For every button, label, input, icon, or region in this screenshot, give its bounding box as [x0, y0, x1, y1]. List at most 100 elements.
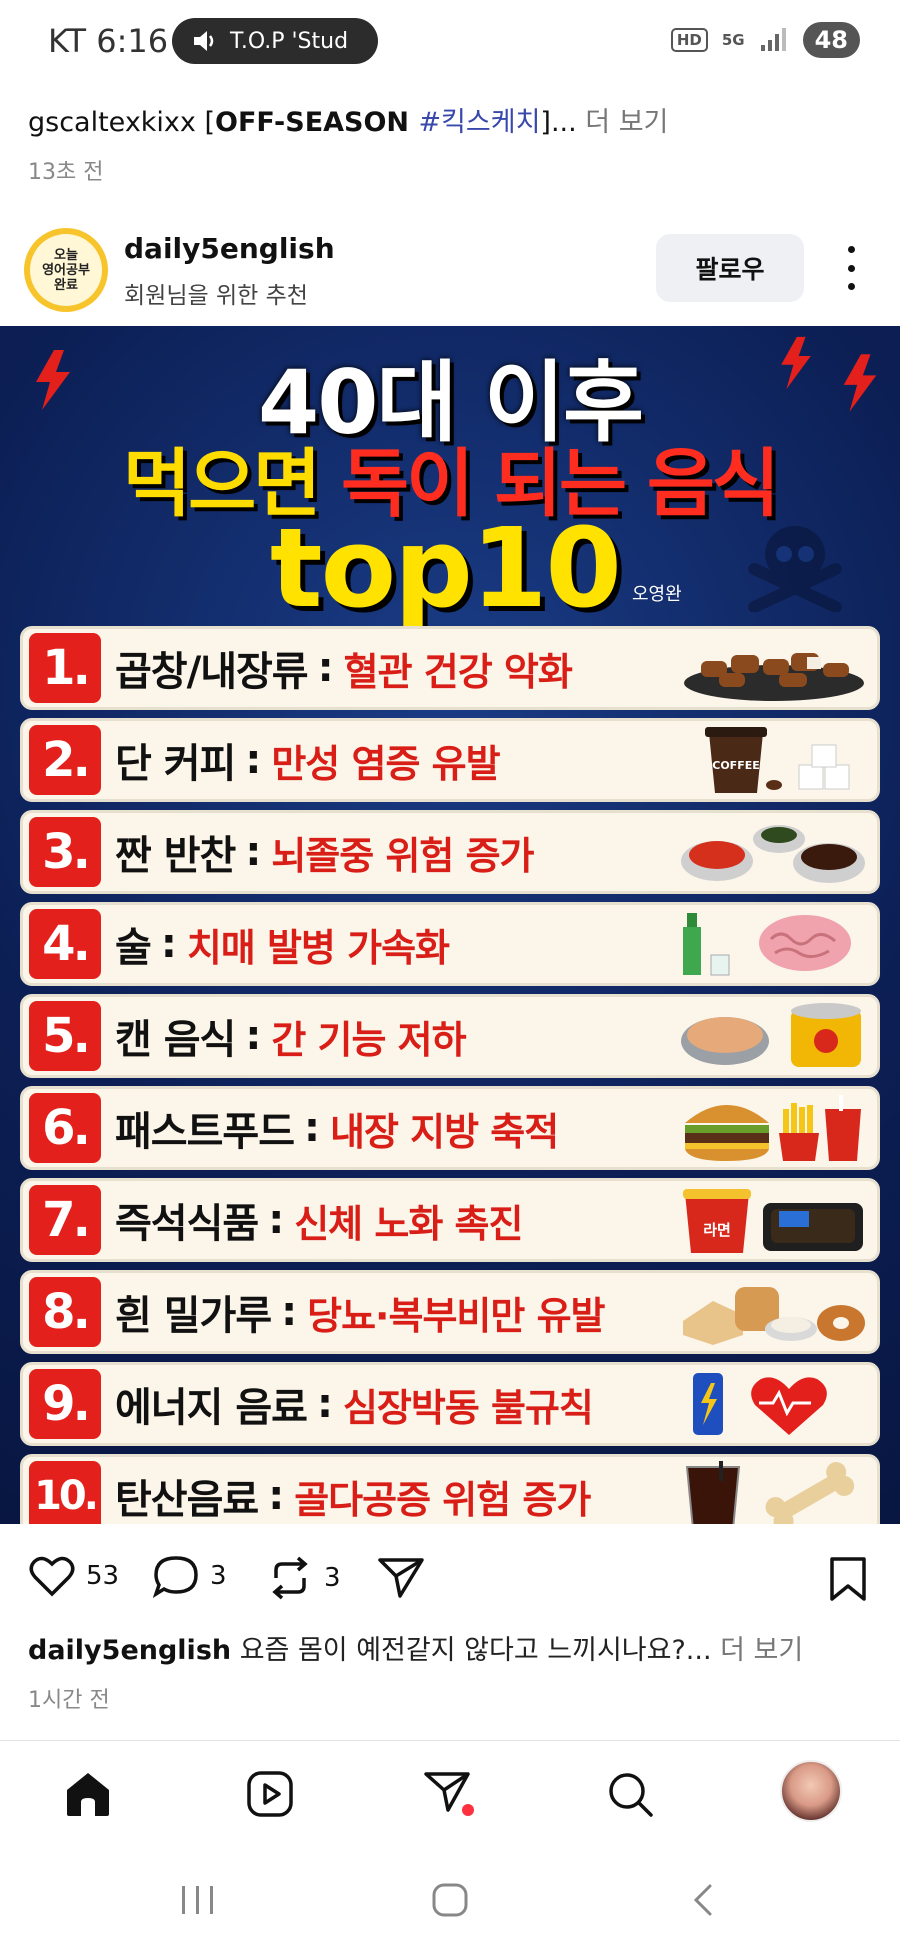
image-author: 오영완 — [632, 584, 682, 605]
item-food: 패스트푸드 — [115, 1109, 295, 1155]
item-number: 8. — [29, 1277, 101, 1347]
back-icon[interactable] — [688, 1882, 718, 1918]
canned-food-icon — [681, 1003, 861, 1067]
repost-icon — [272, 1556, 308, 1600]
skull-icon — [748, 526, 842, 612]
item-number: 7. — [29, 1185, 101, 1255]
grilled-intestine-icon — [684, 653, 864, 701]
item-number: 3. — [29, 817, 101, 887]
follow-button[interactable]: 팔로우 — [656, 234, 804, 302]
energy-drink-heart-icon — [693, 1373, 827, 1435]
headline-top10: top10 — [270, 504, 622, 632]
instant-food-icon: 라면 — [683, 1189, 863, 1253]
avatar-text-line: 영어공부 — [42, 262, 90, 278]
previous-post-time: 13초 전 — [28, 160, 104, 185]
fast-food-icon — [685, 1095, 861, 1161]
soda-bone-icon — [685, 1461, 855, 1524]
list-item: 1. 곱창/내장류: 혈관 건강 악화 — [20, 626, 880, 710]
list-item: 10. 탄산음료: 골다공증 위험 증가 — [20, 1454, 880, 1524]
ramen-cup-label: 라면 — [703, 1221, 731, 1239]
avatar-text-line: 오늘 — [54, 247, 78, 263]
media-playing-pill[interactable]: T.O.P 'Stud — [172, 18, 378, 64]
signal-icon — [760, 28, 786, 51]
search-icon — [609, 1773, 653, 1817]
nav-search[interactable] — [600, 1764, 660, 1824]
speaker-icon — [194, 31, 214, 51]
hd-voice-icon: HD — [670, 28, 708, 52]
item-number: 6. — [29, 1093, 101, 1163]
post-image[interactable]: 40대 이후 먹으면 독이 되는 음식 top10 오영완 1. 곱창/내장류:… — [0, 326, 900, 1524]
battery-level: 48 — [802, 22, 860, 58]
repost-count: 3 — [324, 1563, 341, 1593]
item-food: 흰 밀가루 — [115, 1293, 272, 1339]
item-effect: 치매 발병 가속화 — [186, 925, 450, 970]
previous-post-user[interactable]: gscaltexkixx — [28, 107, 196, 138]
avatar-text-line: 완료 — [54, 277, 78, 293]
bookmark-icon[interactable] — [828, 1556, 868, 1602]
comment-icon — [152, 1556, 198, 1598]
like-button[interactable]: 53 — [28, 1554, 119, 1598]
item-effect: 신체 노화 촉진 — [294, 1201, 523, 1246]
nav-home[interactable] — [58, 1764, 118, 1824]
avatar-logo: 오늘 영어공부 완료 — [30, 234, 102, 306]
item-number: 4. — [29, 909, 101, 979]
repost-button[interactable]: 3 — [266, 1554, 341, 1602]
nav-direct[interactable] — [420, 1764, 480, 1824]
coffee-cup-label: COFFEE — [712, 759, 759, 772]
bottom-nav — [0, 1752, 900, 1836]
item-food: 에너지 음료 — [115, 1385, 308, 1431]
previous-post-title: OFF-SEASON — [215, 107, 419, 138]
list-item: 9. 에너지 음료: 심장박동 불규칙 — [20, 1362, 880, 1446]
item-food: 탄산음료 — [115, 1477, 259, 1523]
caption-username[interactable]: daily5english — [28, 1635, 231, 1666]
send-icon — [378, 1558, 424, 1598]
item-food: 단 커피 — [115, 741, 236, 787]
coffee-sugar-icon: COFFEE — [705, 727, 850, 793]
item-food: 술 — [115, 925, 152, 971]
status-bar: KT 6:16 T.O.P 'Stud HD 5G 48 — [0, 0, 900, 84]
item-number: 1. — [29, 633, 101, 703]
item-number: 5. — [29, 1001, 101, 1071]
list-item: 8. 흰 밀가루: 당뇨·복부비만 유발 — [20, 1270, 880, 1354]
recent-apps-icon[interactable] — [178, 1882, 218, 1918]
item-food: 캔 음식 — [115, 1017, 236, 1063]
item-number: 10. — [29, 1461, 101, 1524]
comment-button[interactable]: 3 — [152, 1554, 227, 1598]
list-item: 2. 단 커피: 만성 염증 유발 COFFEE — [20, 718, 880, 802]
system-navigation — [0, 1860, 900, 1950]
media-label: T.O.P 'Stud — [230, 28, 349, 54]
hashtag-link[interactable]: #킥스케치 — [418, 107, 540, 138]
comment-count: 3 — [210, 1561, 227, 1591]
post-username[interactable]: daily5english — [124, 232, 335, 265]
item-food: 즉석식품 — [115, 1201, 259, 1247]
heart-icon — [29, 1556, 75, 1597]
nav-reels[interactable] — [240, 1764, 300, 1824]
network-type-icon: 5G — [721, 31, 745, 49]
list-item: 7. 즉석식품: 신체 노화 촉진 라면 — [20, 1178, 880, 1262]
list-item: 5. 캔 음식: 간 기능 저하 — [20, 994, 880, 1078]
item-effect: 당뇨·복부비만 유발 — [307, 1293, 605, 1338]
item-effect: 내장 지방 축적 — [330, 1109, 559, 1154]
post-avatar[interactable]: 오늘 영어공부 완료 — [24, 228, 108, 312]
bracket-close: ]... — [540, 107, 577, 138]
see-more-link[interactable]: 더 보기 — [577, 107, 668, 138]
divider — [0, 1740, 900, 1741]
nav-profile-avatar[interactable] — [780, 1760, 842, 1822]
share-button[interactable] — [376, 1554, 426, 1600]
home-icon — [67, 1773, 109, 1816]
post-time: 1시간 전 — [28, 1688, 110, 1713]
reels-icon — [247, 1771, 293, 1817]
previous-post-caption[interactable]: gscaltexkixx [OFF-SEASON #킥스케치]... 더 보기 — [28, 100, 668, 139]
post-actions: 53 3 3 — [0, 1524, 900, 1634]
item-effect: 뇌졸중 위험 증가 — [271, 833, 534, 878]
more-options-icon[interactable] — [836, 246, 866, 290]
post-subtitle: 회원님을 위한 추천 — [124, 283, 308, 309]
list-item: 3. 짠 반찬: 뇌졸중 위험 증가 — [20, 810, 880, 894]
home-button-icon[interactable] — [430, 1882, 470, 1918]
item-effect: 심장박동 불규칙 — [342, 1385, 594, 1430]
side-dishes-icon — [681, 825, 865, 883]
caption-see-more[interactable]: 더 보기 — [712, 1635, 803, 1666]
post-caption[interactable]: daily5english 요즘 몸이 예전같지 않다고 느끼시나요?... 더… — [28, 1628, 803, 1667]
item-number: 9. — [29, 1369, 101, 1439]
caption-text: 요즘 몸이 예전같지 않다고 느끼시나요?... — [231, 1635, 712, 1666]
